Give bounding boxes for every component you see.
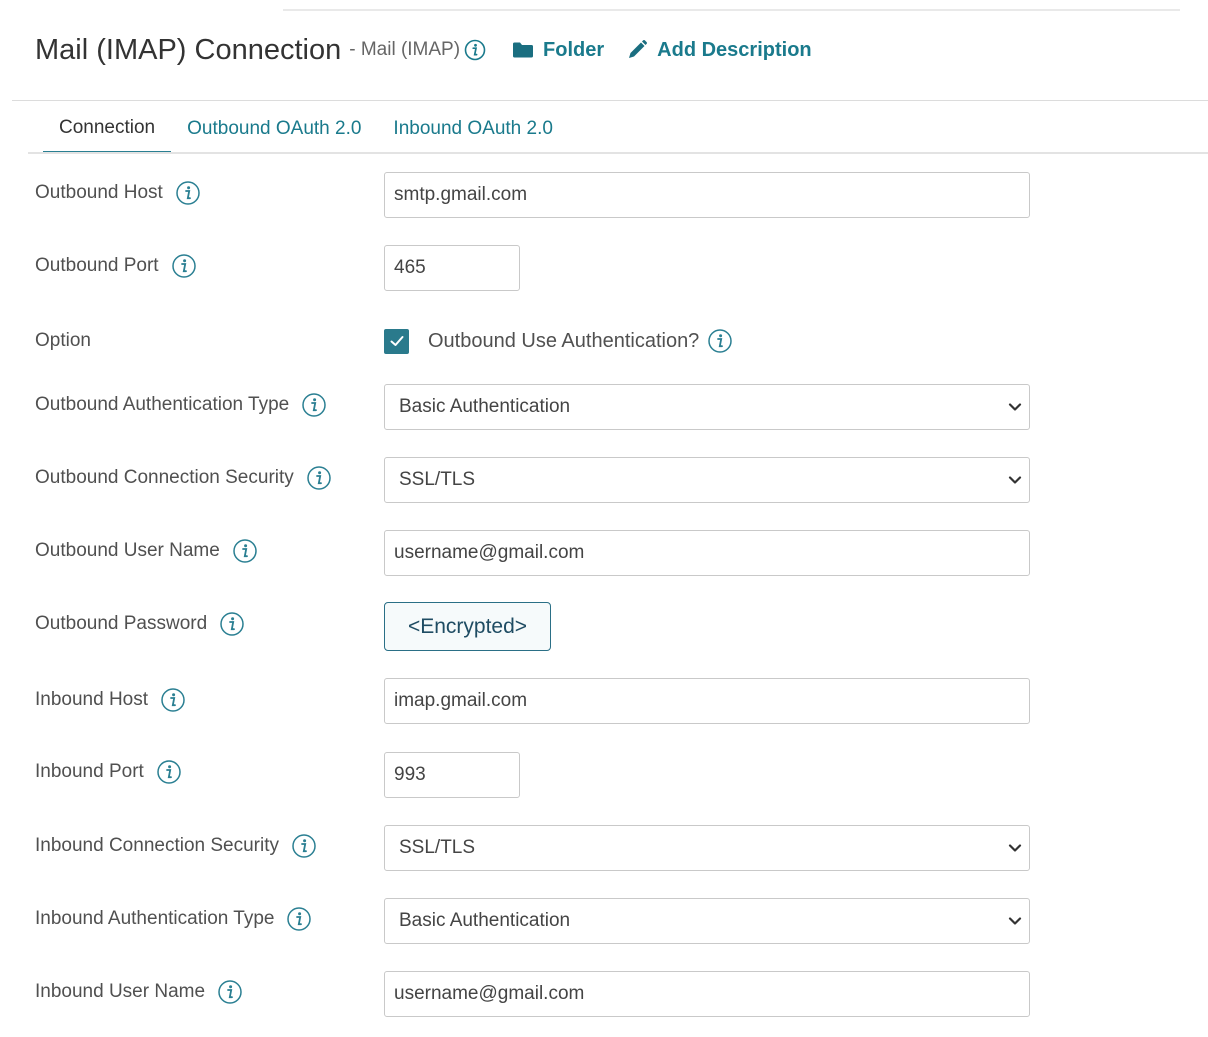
tab-connection[interactable]: Connection bbox=[43, 104, 172, 154]
outbound-user-name-label: Outbound User Name bbox=[35, 536, 258, 566]
inbound-user-name-input[interactable]: username@gmail.com bbox=[384, 971, 1030, 1017]
inbound-conn-security-select[interactable]: SSL/TLS bbox=[384, 825, 1030, 871]
top-divider bbox=[283, 9, 1180, 11]
info-icon[interactable] bbox=[291, 833, 317, 859]
folder-label: Folder bbox=[543, 38, 605, 61]
outbound-use-auth-checkbox[interactable] bbox=[384, 328, 409, 354]
info-icon[interactable] bbox=[219, 611, 245, 637]
outbound-host-label: Outbound Host bbox=[35, 178, 201, 208]
inbound-port-input[interactable]: 993 bbox=[384, 752, 520, 798]
page-subtitle: - Mail (IMAP) bbox=[349, 39, 461, 60]
tab-outbound-oauth[interactable]: Outbound OAuth 2.0 bbox=[171, 104, 377, 154]
outbound-use-auth-row: Outbound Use Authentication? bbox=[384, 326, 733, 356]
info-icon[interactable] bbox=[217, 979, 243, 1005]
info-icon[interactable] bbox=[301, 392, 327, 418]
inbound-port-label: Inbound Port bbox=[35, 757, 182, 787]
info-icon[interactable] bbox=[171, 253, 197, 279]
outbound-auth-type-select[interactable]: Basic Authentication bbox=[384, 384, 1030, 430]
outbound-conn-security-value: SSL/TLS bbox=[399, 469, 476, 490]
chevron-down-icon bbox=[1007, 840, 1023, 862]
outbound-auth-type-label: Outbound Authentication Type bbox=[35, 390, 327, 420]
inbound-user-name-label: Inbound User Name bbox=[35, 977, 243, 1007]
folder-icon bbox=[512, 41, 534, 59]
outbound-use-auth-label: Outbound Use Authentication? bbox=[428, 329, 700, 352]
page-title: Mail (IMAP) Connection bbox=[35, 33, 342, 66]
info-icon[interactable] bbox=[160, 687, 186, 713]
outbound-user-name-input[interactable]: username@gmail.com bbox=[384, 530, 1030, 576]
inbound-auth-type-label: Inbound Authentication Type bbox=[35, 904, 312, 934]
info-icon[interactable] bbox=[306, 465, 332, 491]
info-icon[interactable] bbox=[175, 180, 201, 206]
chevron-down-icon bbox=[1007, 399, 1023, 421]
outbound-auth-type-value: Basic Authentication bbox=[399, 396, 571, 417]
outbound-port-input[interactable]: 465 bbox=[384, 245, 520, 291]
inbound-auth-type-select[interactable]: Basic Authentication bbox=[384, 898, 1030, 944]
info-icon[interactable] bbox=[464, 39, 486, 61]
info-icon[interactable] bbox=[286, 906, 312, 932]
outbound-port-label: Outbound Port bbox=[35, 251, 197, 281]
outbound-password-label: Outbound Password bbox=[35, 609, 245, 639]
chevron-down-icon bbox=[1007, 913, 1023, 935]
tab-bar: Connection Outbound OAuth 2.0 Inbound OA… bbox=[43, 104, 569, 154]
add-description-label: Add Description bbox=[657, 38, 812, 61]
inbound-conn-security-label: Inbound Connection Security bbox=[35, 831, 317, 861]
inbound-host-label: Inbound Host bbox=[35, 685, 186, 715]
info-icon[interactable] bbox=[156, 759, 182, 785]
page-header: Mail (IMAP) Connection - Mail (IMAP) Fol… bbox=[35, 30, 812, 70]
folder-button[interactable]: Folder bbox=[512, 39, 604, 62]
inbound-conn-security-value: SSL/TLS bbox=[399, 837, 476, 858]
add-description-button[interactable]: Add Description bbox=[626, 38, 812, 62]
info-icon[interactable] bbox=[232, 538, 258, 564]
tab-inbound-oauth[interactable]: Inbound OAuth 2.0 bbox=[377, 104, 569, 154]
chevron-down-icon bbox=[1007, 472, 1023, 494]
checkmark-icon bbox=[390, 336, 403, 346]
outbound-conn-security-label: Outbound Connection Security bbox=[35, 463, 332, 493]
tabs-divider bbox=[28, 152, 1208, 154]
inbound-host-input[interactable]: imap.gmail.com bbox=[384, 678, 1030, 724]
outbound-host-input[interactable]: smtp.gmail.com bbox=[384, 172, 1030, 218]
inbound-auth-type-value: Basic Authentication bbox=[399, 910, 571, 931]
encrypted-password-button[interactable]: <Encrypted> bbox=[384, 602, 551, 651]
header-divider bbox=[12, 100, 1208, 101]
pencil-icon bbox=[626, 39, 648, 61]
option-label: Option bbox=[35, 330, 91, 351]
info-icon[interactable] bbox=[707, 328, 733, 354]
outbound-conn-security-select[interactable]: SSL/TLS bbox=[384, 457, 1030, 503]
